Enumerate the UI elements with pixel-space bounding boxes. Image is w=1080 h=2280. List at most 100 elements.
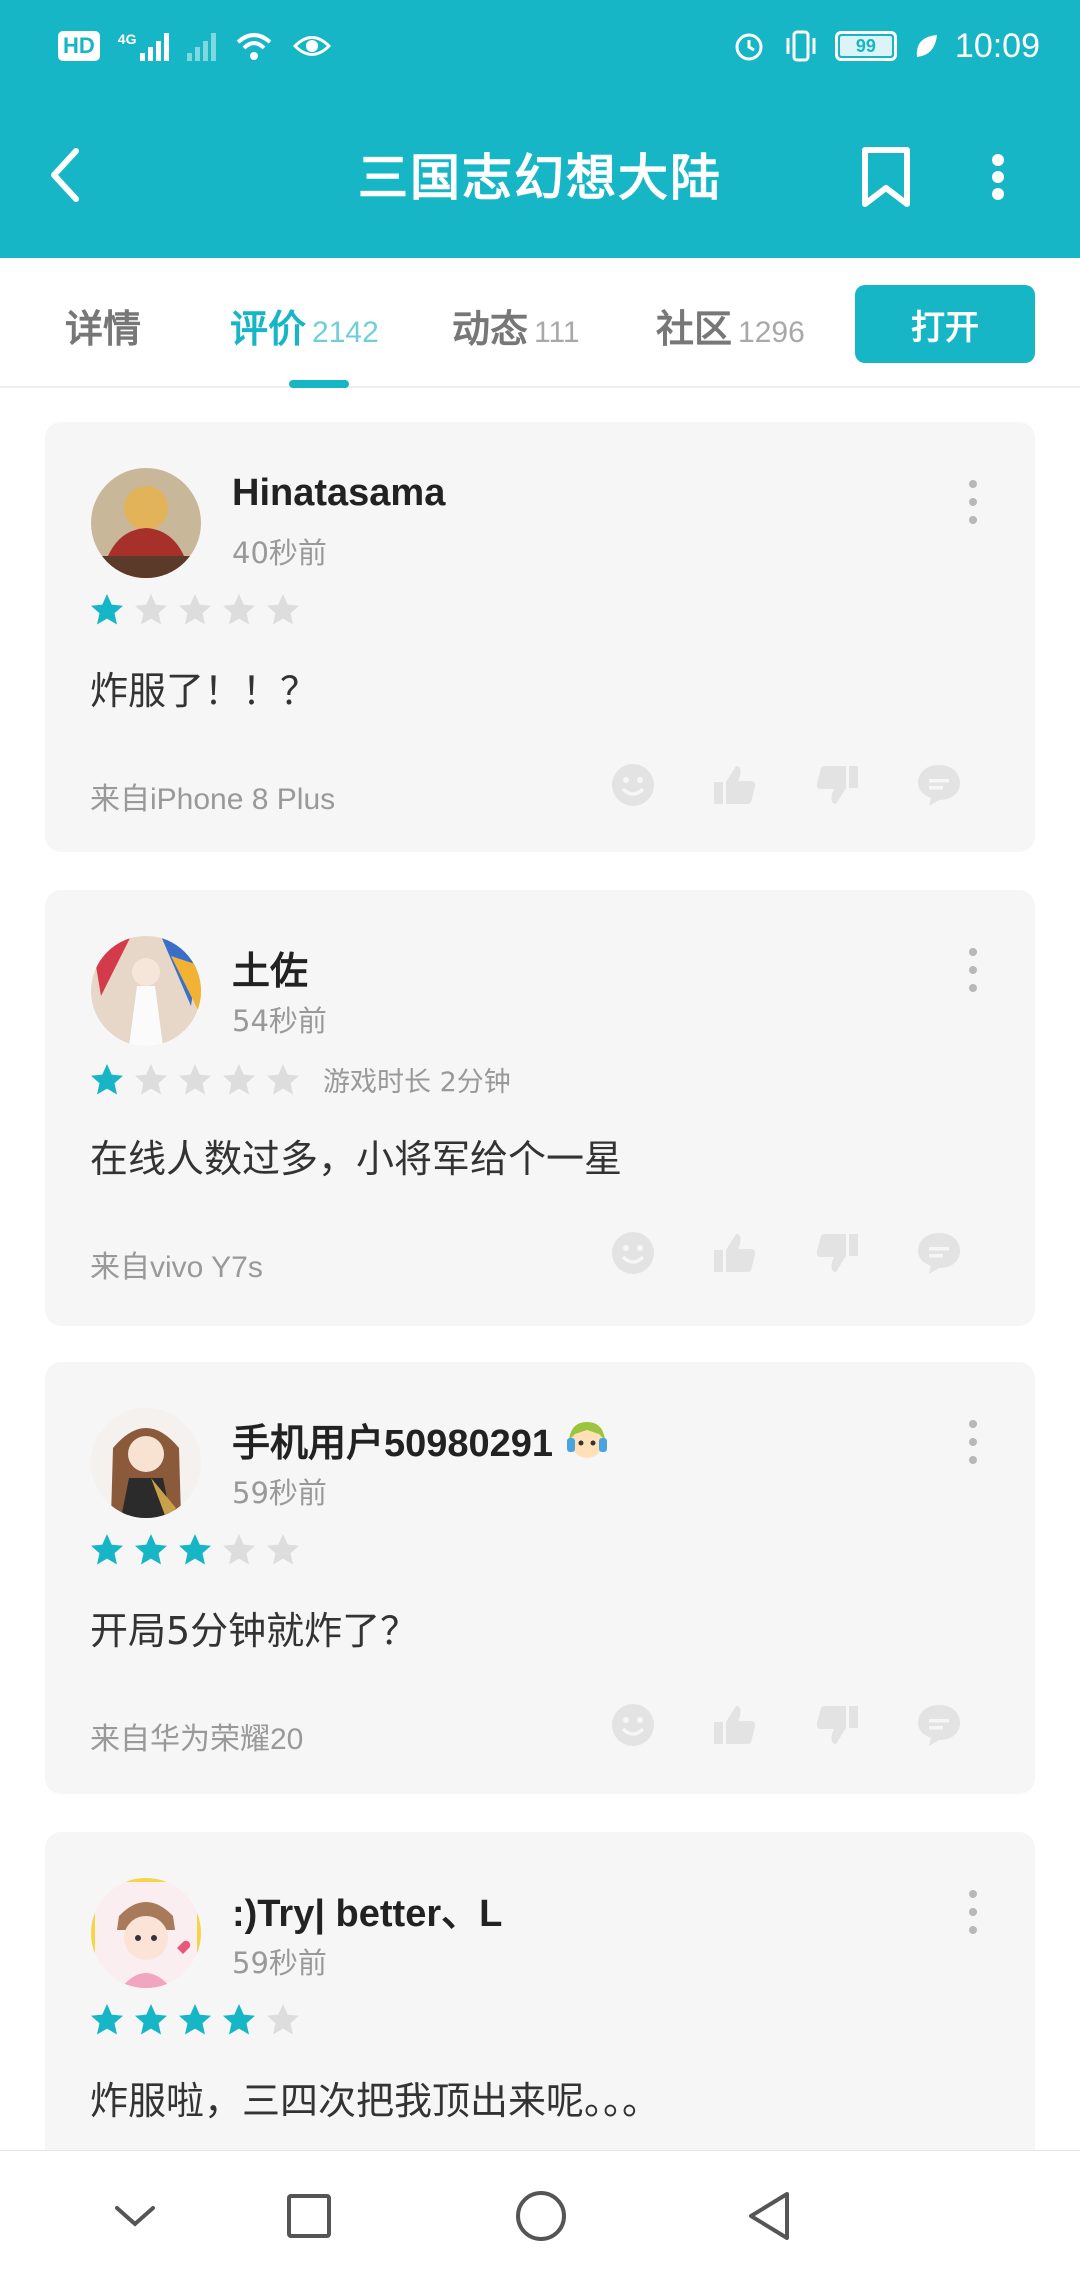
- review-time: 59秒前: [232, 1946, 327, 1980]
- review-more-button[interactable]: [961, 480, 985, 524]
- open-button[interactable]: 打开: [855, 285, 1035, 363]
- hd-indicator: HD: [58, 31, 100, 61]
- vibrate-icon: [786, 30, 816, 62]
- star-empty-icon: [135, 594, 167, 625]
- star-empty-icon: [223, 1534, 255, 1565]
- comment-button[interactable]: [916, 1230, 962, 1276]
- more-vertical-icon: [992, 154, 1004, 200]
- emoji-button[interactable]: [610, 762, 656, 808]
- avatar[interactable]: [91, 1408, 201, 1518]
- review-more-button[interactable]: [961, 1420, 985, 1464]
- avatar[interactable]: [91, 936, 201, 1046]
- star-empty-icon: [267, 594, 299, 625]
- thumbs-up-icon: [714, 1234, 756, 1272]
- circle-icon: [516, 2191, 566, 2241]
- star-filled-icon: [91, 2004, 123, 2035]
- star-empty-icon: [179, 594, 211, 625]
- play-time: 游戏时长 2分钟: [323, 1067, 511, 1098]
- cell-signal-icon: 4G: [118, 31, 170, 61]
- comment-button[interactable]: [916, 762, 962, 808]
- comment-icon: [918, 765, 960, 806]
- tab-community[interactable]: 社区 1296: [656, 298, 805, 358]
- review-more-button[interactable]: [961, 1890, 985, 1934]
- username[interactable]: Hinatasama: [232, 472, 445, 515]
- eye-icon: [293, 36, 332, 56]
- review-device: 来自iPhone 8 Plus: [90, 783, 336, 816]
- review-list[interactable]: Hinatasama 40秒前 炸服了！！？ 来自iPhone 8 Plus 土…: [0, 390, 1080, 2150]
- leaf-icon: [916, 35, 937, 57]
- review-time: 59秒前: [232, 1476, 327, 1510]
- like-button[interactable]: [712, 1702, 758, 1748]
- dislike-button[interactable]: [814, 1230, 860, 1276]
- star-rating: [89, 592, 301, 628]
- star-rating: [89, 1532, 301, 1568]
- nav-recents-button[interactable]: [274, 2181, 344, 2251]
- dislike-button[interactable]: [814, 1702, 860, 1748]
- star-empty-icon: [135, 1063, 167, 1094]
- username[interactable]: 土佐: [232, 940, 308, 995]
- square-icon: [287, 2194, 331, 2238]
- star-empty-icon: [223, 594, 255, 625]
- star-filled-icon: [91, 1063, 123, 1094]
- nav-back-button[interactable]: [734, 2181, 804, 2251]
- like-button[interactable]: [712, 762, 758, 808]
- clock: 10:09: [954, 26, 1040, 65]
- review-content[interactable]: 开局5分钟就炸了？: [90, 1600, 418, 1655]
- review-device: 来自华为荣耀20: [90, 1723, 304, 1756]
- review-device: 来自vivo Y7s: [90, 1251, 263, 1284]
- thumbs-down-icon: [816, 766, 858, 804]
- review-content[interactable]: 在线人数过多，小将军给个一星: [90, 1128, 622, 1183]
- star-empty-icon: [179, 1063, 211, 1094]
- more-options-button[interactable]: [976, 142, 1020, 212]
- chevron-down-icon: [115, 2206, 155, 2227]
- star-filled-icon: [179, 2004, 211, 2035]
- star-empty-icon: [267, 1063, 299, 1094]
- active-tab-indicator: [289, 380, 349, 388]
- system-navigation-bar: [0, 2150, 1080, 2280]
- alarm-icon: [735, 33, 763, 61]
- comment-icon: [918, 1705, 960, 1746]
- wifi-icon: [237, 33, 272, 60]
- emoji-button[interactable]: [610, 1230, 656, 1276]
- thumbs-up-icon: [714, 1706, 756, 1744]
- status-bar: HD 4G 99 10:09: [0, 0, 1080, 92]
- avatar[interactable]: [91, 1878, 201, 1988]
- review-time: 54秒前: [232, 1004, 327, 1038]
- emoji-icon: [612, 1704, 654, 1746]
- review-more-button[interactable]: [961, 948, 985, 992]
- page-title: 三国志幻想大陆: [358, 149, 722, 207]
- tab-updates[interactable]: 动态 111: [452, 298, 580, 358]
- star-empty-icon: [223, 1063, 255, 1094]
- nav-home-button[interactable]: [506, 2181, 576, 2251]
- tab-reviews[interactable]: 评价 2142: [230, 298, 379, 358]
- star-rating: [89, 2002, 301, 2038]
- cell-signal-secondary-icon: [187, 31, 217, 61]
- thumbs-down-icon: [816, 1706, 858, 1744]
- avatar[interactable]: [91, 468, 201, 578]
- bookmark-button[interactable]: [856, 142, 916, 212]
- emoji-button[interactable]: [610, 1702, 656, 1748]
- bookmark-icon: [862, 147, 910, 207]
- review-content[interactable]: 炸服啦，三四次把我顶出来呢。。。: [90, 2070, 660, 2125]
- thumbs-up-icon: [714, 766, 756, 804]
- star-filled-icon: [135, 1534, 167, 1565]
- username-text: 手机用户50980291: [232, 1423, 554, 1465]
- review-card: 手机用户50980291 59秒前 开局5分钟就炸了？ 来自华为荣耀20: [45, 1362, 1035, 1794]
- emoji-icon: [612, 1232, 654, 1274]
- like-button[interactable]: [712, 1230, 758, 1276]
- review-actions: [610, 762, 962, 808]
- username[interactable]: :)Try| better、L: [232, 1882, 502, 1937]
- review-actions: [610, 1230, 962, 1276]
- star-filled-icon: [179, 1534, 211, 1565]
- comment-button[interactable]: [916, 1702, 962, 1748]
- dislike-button[interactable]: [814, 762, 860, 808]
- triangle-back-icon: [749, 2192, 789, 2240]
- review-content[interactable]: 炸服了！！？: [90, 660, 318, 715]
- review-card: Hinatasama 40秒前 炸服了！！？ 来自iPhone 8 Plus: [45, 422, 1035, 852]
- thumbs-down-icon: [816, 1234, 858, 1272]
- star-filled-icon: [91, 594, 123, 625]
- star-filled-icon: [135, 2004, 167, 2035]
- tab-details[interactable]: 详情: [65, 298, 141, 358]
- nav-collapse-button[interactable]: [100, 2181, 170, 2251]
- username[interactable]: 手机用户50980291: [232, 1412, 611, 1467]
